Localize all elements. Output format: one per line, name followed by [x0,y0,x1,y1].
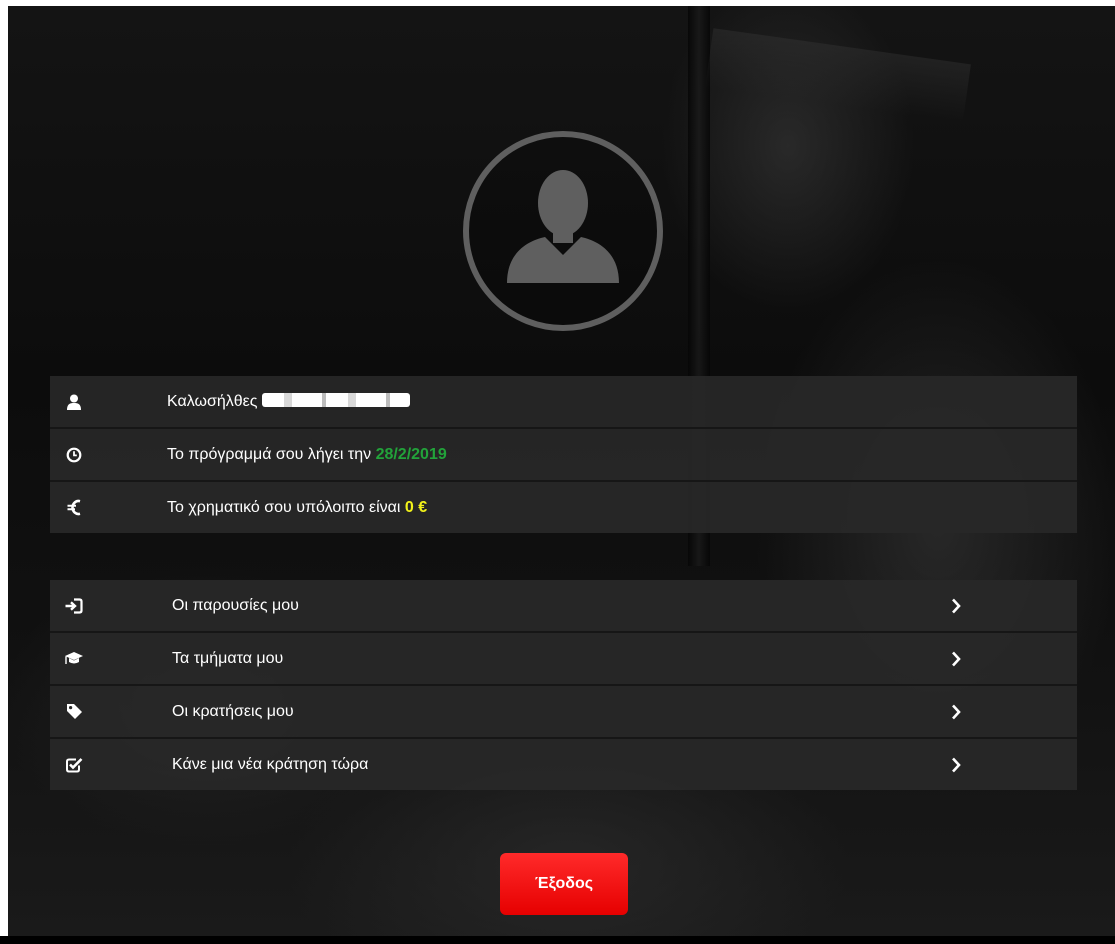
left-margin [0,0,8,944]
tag-icon [62,686,86,737]
program-row: Το πρόγραμμά σου λήγει την 28/2/2019 [50,429,1077,482]
menu-item-label: Τα τμήματα μου [172,650,284,667]
program-date: 28/2/2019 [375,446,447,463]
logout-button[interactable]: Έξοδος [500,853,628,915]
page: Καλωσήλθες Το πρόγραμμά σου λήγει την 28… [0,0,1115,944]
chevron-right-icon [947,580,965,631]
menu-item-label: Κάνε μια νέα κράτηση τώρα [172,756,369,773]
chevron-right-icon [947,739,965,790]
balance-row: Το χρηματικό σου υπόλοιπο είναι 0 € [50,482,1077,533]
user-silhouette-icon [507,170,619,283]
menu-item-label: Οι κρατήσεις μου [172,703,294,720]
menu-panel: Οι παρουσίες μου Τα τμήματα μου Οι κρατή… [50,580,1077,790]
chevron-right-icon [947,686,965,737]
menu-item-classes[interactable]: Τα τμήματα μου [50,633,1077,686]
user-icon [62,376,86,427]
graduation-cap-icon [62,633,86,684]
balance-label: Το χρηματικό σου υπόλοιπο είναι [167,499,401,516]
avatar [463,131,663,331]
redacted-username [261,393,410,407]
check-square-icon [62,739,86,790]
balance-text: Το χρηματικό σου υπόλοιπο είναι 0 € [167,482,427,533]
menu-item-label: Οι παρουσίες μου [172,597,299,614]
menu-item-reservations[interactable]: Οι κρατήσεις μου [50,686,1077,739]
bottom-strip [0,936,1115,944]
info-panel: Καλωσήλθες Το πρόγραμμά σου λήγει την 28… [50,376,1077,533]
euro-icon [62,482,86,533]
welcome-text: Καλωσήλθες [167,376,410,427]
welcome-row: Καλωσήλθες [50,376,1077,429]
welcome-label: Καλωσήλθες [167,393,258,410]
menu-item-attendances[interactable]: Οι παρουσίες μου [50,580,1077,633]
balance-value: 0 € [404,499,428,516]
background-bar [705,28,971,124]
program-text: Το πρόγραμμά σου λήγει την 28/2/2019 [167,429,447,480]
clock-icon [62,429,86,480]
program-label: Το πρόγραμμά σου λήγει την [167,446,372,463]
sign-in-icon [62,580,86,631]
chevron-right-icon [947,633,965,684]
menu-item-new-reservation[interactable]: Κάνε μια νέα κράτηση τώρα [50,739,1077,790]
